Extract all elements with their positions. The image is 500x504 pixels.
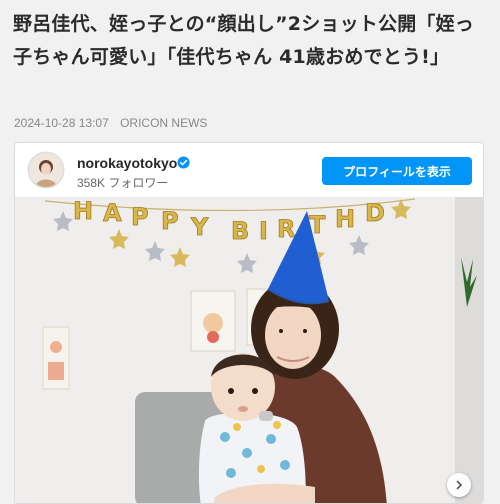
- instagram-embed: norokayotokyo 358K フォロワー プロフィールを表示 H A P…: [14, 142, 484, 504]
- carousel-next-button[interactable]: [447, 473, 471, 497]
- embed-header: norokayotokyo 358K フォロワー プロフィールを表示: [15, 143, 483, 197]
- svg-text:I: I: [259, 217, 268, 245]
- post-photo[interactable]: H A P P Y B I R T H D: [15, 197, 483, 503]
- article-date: 2024-10-28 13:07: [14, 116, 109, 130]
- follower-count: 358K フォロワー: [77, 176, 169, 190]
- article-source[interactable]: ORICON NEWS: [120, 116, 207, 130]
- svg-text:A: A: [103, 199, 122, 227]
- svg-text:Y: Y: [190, 213, 209, 241]
- verified-badge-icon: [177, 156, 190, 169]
- svg-text:R: R: [277, 215, 295, 243]
- chevron-right-icon: [456, 480, 462, 490]
- avatar[interactable]: [29, 153, 63, 187]
- svg-text:H: H: [73, 197, 93, 225]
- svg-text:P: P: [161, 207, 179, 235]
- svg-text:H: H: [335, 205, 355, 233]
- article-headline: 野呂佳代、姪っ子との“顔出し”2ショット公開「姪っ子ちゃん可愛い」「佳代ちゃん …: [13, 13, 475, 68]
- svg-text:P: P: [131, 203, 149, 231]
- view-profile-button[interactable]: プロフィールを表示: [322, 157, 472, 185]
- article-meta: 2024-10-28 13:07 ORICON NEWS: [14, 116, 215, 130]
- svg-text:B: B: [231, 217, 249, 245]
- embed-username[interactable]: norokayotokyo: [77, 155, 177, 171]
- svg-text:D: D: [365, 199, 385, 227]
